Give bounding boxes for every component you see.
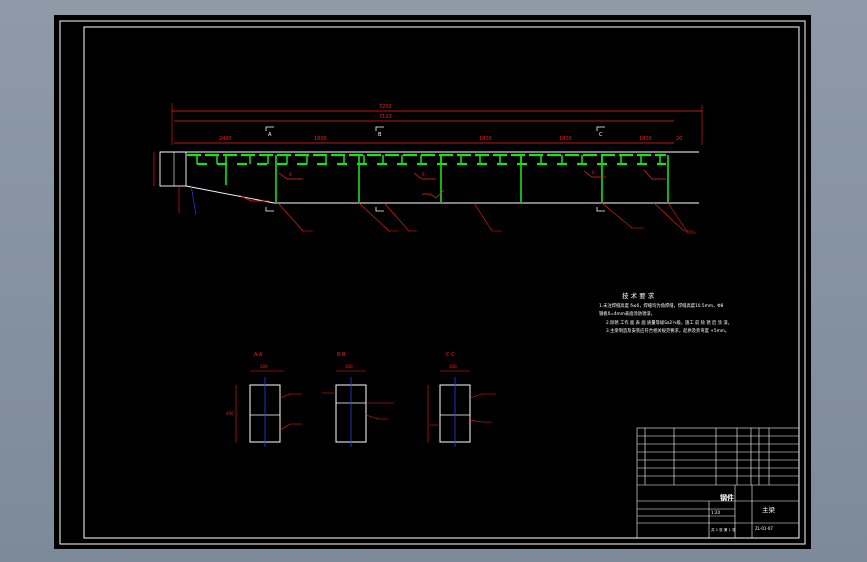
section-marks-bottom xyxy=(265,207,605,212)
segment-dim-6: 20 xyxy=(676,136,682,142)
section-b-width: 300 xyxy=(345,364,353,369)
weld-tag-3: 6 xyxy=(592,170,595,175)
sheet-info: 共 1 张 第 1 张 xyxy=(711,527,736,532)
section-c-label-top: C xyxy=(599,132,603,138)
inner-dim-text: 7120 xyxy=(379,114,392,120)
flange-stiffeners xyxy=(196,155,661,164)
beam-elevation: 7200 7120 2400 1800 1800 1800 1800 20 A … xyxy=(153,103,703,234)
segment-dim-5: 1800 xyxy=(639,136,652,142)
drawing-name: 主梁 xyxy=(762,505,776,514)
section-a-label-top: A xyxy=(268,132,272,138)
title-block: 钢件 主梁 ZL-01-07 1:20 共 1 张 第 1 张 xyxy=(636,427,800,539)
section-a-title: A-A xyxy=(254,352,263,358)
weld-tag-2: 6 xyxy=(422,172,425,177)
segment-dim-2: 1800 xyxy=(314,136,327,142)
notes-line-1: 1.未注焊缝高度 δ≤6，焊缝均为角焊缝，焊缝高度10.5mm，Φ8 xyxy=(599,302,724,309)
section-mark-b-top xyxy=(375,126,384,131)
segment-dim-4: 1800 xyxy=(559,136,572,142)
section-view-c: C-C 300 xyxy=(427,352,496,447)
section-a-height: 400 xyxy=(226,411,234,416)
beam-end-plate xyxy=(159,151,187,187)
section-view-a: A-A 300 400 xyxy=(226,352,302,447)
section-c-width: 300 xyxy=(449,364,457,369)
section-mark-a-top xyxy=(265,126,274,131)
weld-callout-5 xyxy=(643,169,666,180)
section-b-label-top: B xyxy=(378,132,382,138)
leader-lines xyxy=(277,202,696,234)
notes-title: 技 术 要 求 xyxy=(622,291,655,300)
drawing-no: ZL-01-07 xyxy=(755,526,773,531)
scale: 1:20 xyxy=(711,510,720,515)
notes-line-2: 钢板δ=4mm表面涂防锈漆。 xyxy=(599,310,655,317)
section-a-width: 300 xyxy=(260,364,268,369)
parts-list-rows xyxy=(637,435,799,486)
section-c-callouts xyxy=(427,385,496,442)
weld-callout-6 xyxy=(238,194,269,202)
drawing-canvas: 7200 7120 2400 1800 1800 1800 1800 20 A … xyxy=(54,15,811,549)
section-b-title: B-B xyxy=(337,352,346,358)
weld-callout-2 xyxy=(413,172,436,180)
outer-frame xyxy=(59,20,806,545)
segment-dim-1: 2400 xyxy=(219,136,232,142)
cad-drawing: 7200 7120 2400 1800 1800 1800 1800 20 A … xyxy=(59,20,806,545)
part-name: 钢件 xyxy=(720,493,734,502)
beam-taper-edge xyxy=(185,185,275,204)
end-centerline xyxy=(190,184,197,216)
parts-list-cols xyxy=(644,428,770,485)
section-b-callouts xyxy=(322,392,394,420)
notes-line-4: 3.主梁制造及安装应符合相关规范要求，起拱及旁弯度 +5mm。 xyxy=(606,327,729,334)
section-c-title: C-C xyxy=(446,352,455,358)
web-stiffeners xyxy=(225,155,669,202)
weld-tag-1: 6 xyxy=(289,172,292,177)
technical-notes: 技 术 要 求 1.未注焊缝高度 δ≤6，焊缝均为角焊缝，焊缝高度10.5mm，… xyxy=(599,291,732,334)
inner-frame xyxy=(83,26,800,539)
section-view-b: B-B 300 xyxy=(322,352,394,447)
overall-dim-text: 7200 xyxy=(379,104,392,110)
section-a-callouts xyxy=(279,393,302,431)
segment-dim-3: 1800 xyxy=(479,136,492,142)
title-block-frame xyxy=(636,427,800,539)
section-mark-c-top xyxy=(596,126,605,131)
notes-line-3: 2.除锈 工作 面 表 面 质量等级Sa2½级，施工 前 除 锈 后 涂 漆。 xyxy=(606,319,732,326)
